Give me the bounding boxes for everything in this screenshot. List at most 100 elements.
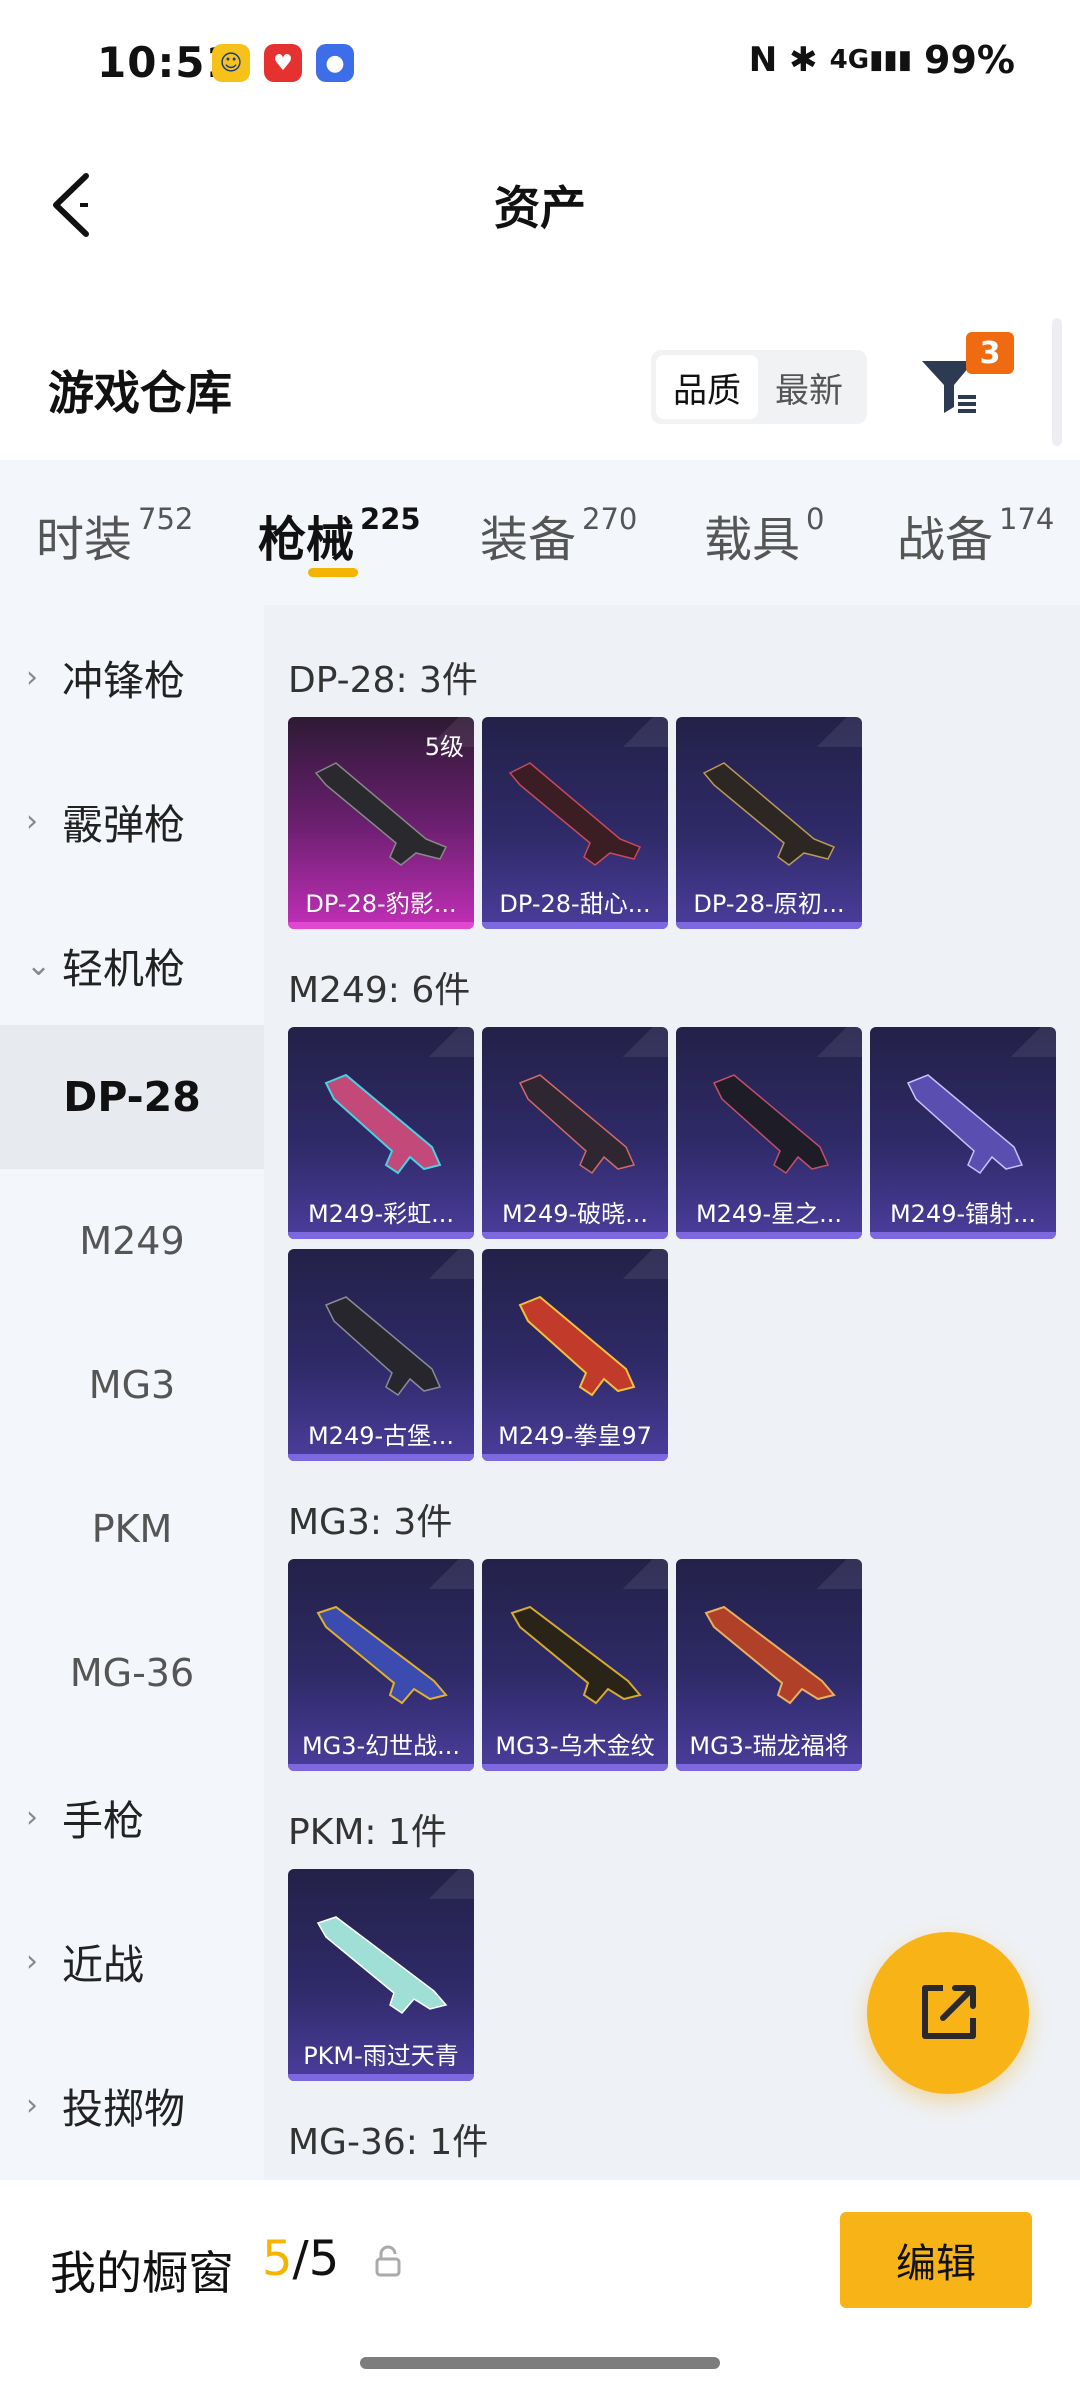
tab-count: 0 [806, 502, 825, 536]
home-indicator[interactable] [360, 2357, 720, 2369]
tab-label: 装备 [480, 512, 577, 568]
item-name: DP-28-原初... [693, 890, 845, 918]
tab-label: 载具 [704, 512, 801, 568]
network-type: 4G [829, 45, 870, 75]
filter-count-badge: 3 [966, 332, 1014, 374]
tab-vehicles[interactable]: 载具 0 [704, 500, 824, 570]
chevron-right-icon: › [26, 1943, 38, 1979]
tab-label: 时装 [36, 512, 133, 568]
gun-icon [314, 762, 448, 866]
item-card[interactable]: M249-镭射... [870, 1027, 1056, 1239]
gun-icon [906, 1074, 1024, 1175]
tab-firearms[interactable]: 枪械 225 [258, 500, 421, 570]
share-button[interactable] [867, 1932, 1029, 2094]
item-name: M249-星之... [695, 1200, 843, 1228]
battery-level: 99% [924, 38, 1015, 82]
nav-category-melee[interactable]: › 近战 [0, 1889, 264, 2033]
section-title: DP-28: 3件 [288, 660, 478, 701]
item-name: PKM-雨过天青 [303, 2042, 459, 2070]
app-icon-blue: ● [316, 44, 354, 82]
tab-count: 174 [999, 502, 1055, 536]
section-title: MG3: 3件 [288, 1502, 453, 1543]
showcase-count: 5/5 [262, 2231, 339, 2287]
nav-sub-mg3[interactable]: MG3 [0, 1313, 264, 1457]
status-bar: 10:51 ☺ ♥ ● N ✱ 4G▮▮▮ 99% [0, 0, 1080, 130]
gun-icon [704, 1605, 836, 1705]
item-card[interactable]: MG3-瑞龙福将 [676, 1559, 862, 1771]
item-card[interactable]: DP-28-甜心... [482, 717, 668, 929]
chevron-down-icon: ⌄ [26, 947, 52, 983]
lock-icon [375, 2245, 401, 2277]
chevron-right-icon: › [26, 659, 38, 695]
item-card[interactable]: 5级 DP-28-豹影... [288, 717, 474, 929]
page-title: 资产 [494, 181, 586, 235]
item-name: M249-古堡... [307, 1422, 455, 1450]
gun-icon [518, 1295, 636, 1397]
tab-count: 752 [138, 502, 194, 536]
active-tab-indicator [308, 568, 358, 577]
section-title: MG-36: 1件 [288, 2122, 489, 2163]
section-title: M249: 6件 [288, 970, 471, 1011]
tab-label: 战备 [897, 512, 994, 568]
nfc-icon: N [748, 40, 778, 80]
nav-category-label: 冲锋枪 [62, 657, 185, 705]
gun-icon [316, 1605, 448, 1705]
nav-category-label: 轻机枪 [62, 945, 185, 993]
status-right: N ✱ 4G▮▮▮ 99% [749, 38, 1015, 82]
nav-sub-pkm[interactable]: PKM [0, 1457, 264, 1601]
tab-supplies[interactable]: 战备 174 [897, 500, 1054, 570]
app-root: 10:51 ☺ ♥ ● N ✱ 4G▮▮▮ 99% 资产 游戏仓库 品质 最新 … [0, 0, 1080, 2392]
item-card[interactable]: MG3-乌木金纹 [482, 1559, 668, 1771]
sort-newest-button[interactable]: 最新 [758, 355, 860, 419]
chevron-right-icon: › [26, 1799, 38, 1835]
item-card[interactable]: PKM-雨过天青 [288, 1869, 474, 2081]
sort-toggle: 品质 最新 [651, 350, 867, 424]
signal-icon: 4G▮▮▮ [829, 45, 913, 75]
nav-category-label: 霰弹枪 [62, 801, 185, 849]
share-external-icon [922, 1985, 976, 2039]
nav-category-pistol[interactable]: › 手枪 [0, 1745, 264, 1889]
nav-category-smg[interactable]: › 冲锋枪 [0, 605, 264, 749]
gun-icon [510, 1605, 642, 1705]
item-name: MG3-乌木金纹 [495, 1732, 655, 1760]
item-card[interactable]: M249-彩虹... [288, 1027, 474, 1239]
item-card[interactable]: MG3-幻世战... [288, 1559, 474, 1771]
item-name: M249-彩虹... [307, 1200, 455, 1228]
tab-fashion[interactable]: 时装 752 [36, 500, 193, 570]
item-name: MG3-瑞龙福将 [689, 1732, 849, 1760]
showcase-total: /5 [292, 2231, 340, 2287]
gun-icon [712, 1074, 830, 1175]
item-level: 5级 [424, 733, 464, 761]
gun-icon [702, 762, 836, 866]
item-card[interactable]: M249-古堡... [288, 1249, 474, 1461]
item-name: DP-28-甜心... [499, 890, 651, 918]
nav-category-shotgun[interactable]: › 霰弹枪 [0, 749, 264, 893]
nav-sub-mg36[interactable]: MG-36 [0, 1601, 264, 1745]
sort-quality-button[interactable]: 品质 [656, 355, 758, 419]
item-card[interactable]: DP-28-原初... [676, 717, 862, 929]
category-tabs: 时装 752 枪械 225 装备 270 载具 0 战备 174 [0, 460, 1080, 605]
status-app-icons: ☺ ♥ ● [212, 44, 354, 82]
nav-category-label: 投掷物 [62, 2085, 185, 2133]
app-icon-red: ♥ [264, 44, 302, 82]
nav-category-throwables[interactable]: › 投掷物 [0, 2033, 264, 2177]
chevron-right-icon: › [26, 803, 38, 839]
nav-category-label: 手枪 [62, 1797, 144, 1845]
gun-icon [508, 762, 642, 866]
item-card[interactable]: M249-星之... [676, 1027, 862, 1239]
nav-category-lmg[interactable]: ⌄ 轻机枪 [0, 893, 264, 1037]
gun-icon [324, 1296, 442, 1397]
edit-showcase-button[interactable]: 编辑 [840, 2212, 1032, 2308]
gun-icon [518, 1074, 636, 1175]
nav-category-label: 近战 [62, 1941, 144, 1989]
nav-sub-dp28[interactable]: DP-28 [0, 1025, 264, 1169]
tab-label: 枪械 [258, 512, 355, 568]
chevron-right-icon: › [26, 2087, 38, 2123]
left-category-nav: › 冲锋枪 › 霰弹枪 ⌄ 轻机枪 DP-28 M249 MG3 PKM MG-36 … [0, 605, 264, 2180]
item-card[interactable]: M249-拳皇97 [482, 1249, 668, 1461]
showcase-label: 我的橱窗 [50, 2246, 234, 2300]
tab-equipment[interactable]: 装备 270 [480, 500, 637, 570]
nav-sub-m249[interactable]: M249 [0, 1169, 264, 1313]
app-icon-yellow: ☺ [212, 44, 250, 82]
item-card[interactable]: M249-破晓... [482, 1027, 668, 1239]
